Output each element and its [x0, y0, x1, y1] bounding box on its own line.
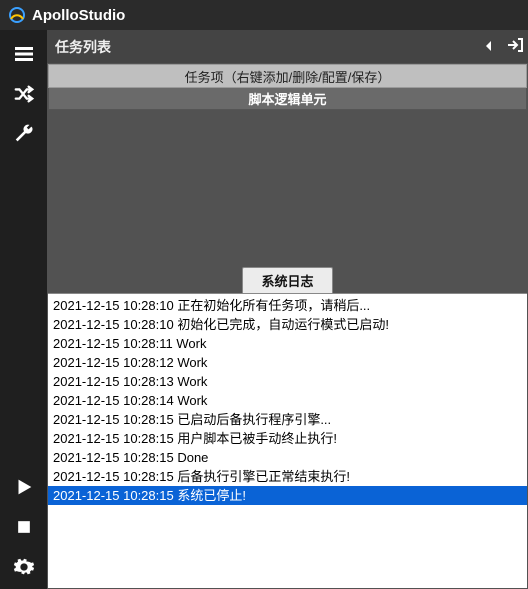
- log-line[interactable]: 2021-12-15 10:28:10 正在初始化所有任务项，请稍后...: [48, 296, 527, 315]
- login-icon: [507, 39, 523, 55]
- log-line[interactable]: 2021-12-15 10:28:15 已启动后备执行程序引擎...: [48, 410, 527, 429]
- log-tab-bar: 系统日志: [48, 268, 527, 294]
- tasks-empty-area[interactable]: [48, 110, 527, 268]
- tasks-header[interactable]: 任务项（右键添加/删除/配置/保存）: [48, 64, 527, 88]
- panel-title: 任务列表: [47, 37, 476, 57]
- login-button[interactable]: [502, 38, 528, 55]
- wrench-icon: [13, 123, 35, 150]
- settings-button[interactable]: [4, 116, 44, 156]
- log-line[interactable]: 2021-12-15 10:28:13 Work: [48, 372, 527, 391]
- log-line[interactable]: 2021-12-15 10:28:15 后备执行引擎已正常结束执行!: [48, 467, 527, 486]
- shuffle-icon: [13, 83, 35, 110]
- collapse-button[interactable]: [476, 39, 502, 55]
- log-line[interactable]: 2021-12-15 10:28:15 Done: [48, 448, 527, 467]
- log-line[interactable]: 2021-12-15 10:28:14 Work: [48, 391, 527, 410]
- log-line[interactable]: 2021-12-15 10:28:15 用户脚本已被手动终止执行!: [48, 429, 527, 448]
- log-body[interactable]: 2021-12-15 10:28:10 正在初始化所有任务项，请稍后...202…: [48, 294, 527, 588]
- panel-header: 任务列表: [47, 30, 528, 63]
- app-title: ApolloStudio: [32, 7, 125, 24]
- log-section: 系统日志 2021-12-15 10:28:10 正在初始化所有任务项，请稍后.…: [48, 268, 527, 588]
- app-logo-icon: [8, 6, 26, 24]
- menu-button[interactable]: [4, 36, 44, 76]
- title-bar: ApolloStudio: [0, 0, 528, 30]
- content-area: 任务项（右键添加/删除/配置/保存） 脚本逻辑单元 系统日志 2021-12-1…: [47, 63, 528, 589]
- sidebar: [0, 30, 47, 589]
- play-icon: [13, 476, 35, 503]
- play-button[interactable]: [4, 469, 44, 509]
- log-line[interactable]: 2021-12-15 10:28:11 Work: [48, 334, 527, 353]
- stop-button[interactable]: [4, 509, 44, 549]
- menu-icon: [13, 43, 35, 70]
- stop-icon: [14, 517, 34, 542]
- log-line[interactable]: 2021-12-15 10:28:15 系统已停止!: [48, 486, 527, 505]
- log-line[interactable]: 2021-12-15 10:28:10 初始化已完成，自动运行模式已启动!: [48, 315, 527, 334]
- script-logic-row[interactable]: 脚本逻辑单元: [48, 88, 527, 110]
- config-button[interactable]: [4, 549, 44, 589]
- tab-system-log[interactable]: 系统日志: [242, 267, 332, 293]
- chevron-left-icon: [484, 39, 494, 55]
- main-panel: 任务列表 任务项（右键添加/删除/配置/保存） 脚本逻辑单元 系统日志 2021: [47, 30, 528, 589]
- log-line[interactable]: 2021-12-15 10:28:12 Work: [48, 353, 527, 372]
- gear-icon: [13, 556, 35, 583]
- shuffle-button[interactable]: [4, 76, 44, 116]
